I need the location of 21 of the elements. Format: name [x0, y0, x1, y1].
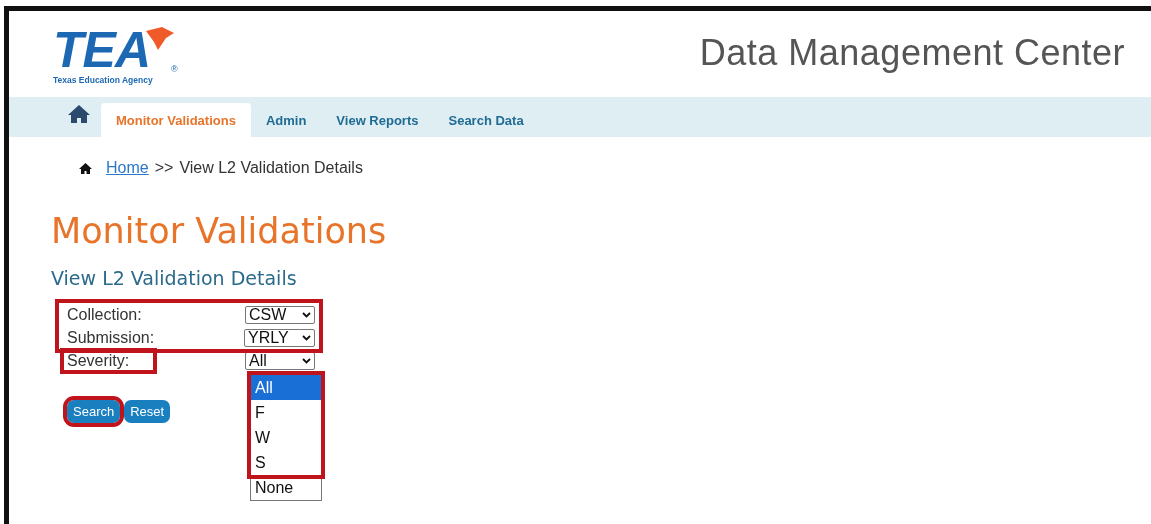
select-field[interactable]: CSW: [245, 305, 315, 324]
action-button[interactable]: Reset: [124, 400, 171, 423]
home-icon: [79, 162, 92, 174]
field-label: Collection:: [66, 305, 143, 324]
caret-icon: [302, 334, 311, 341]
nav-tab[interactable]: Monitor Validations: [101, 103, 251, 137]
caret-icon: [302, 357, 311, 364]
breadcrumb-separator: >>: [154, 159, 174, 177]
nav-tab[interactable]: Admin: [250, 103, 322, 137]
caret-icon: [302, 311, 311, 318]
page-subtitle: View L2 Validation Details: [51, 267, 298, 289]
nav-tab[interactable]: Search Data: [433, 103, 539, 137]
breadcrumb-current: View L2 Validation Details: [179, 159, 363, 177]
dropdown-option[interactable]: All: [251, 375, 321, 400]
field-label: Submission:: [66, 328, 156, 347]
logo: TEA ® Texas Education Agency: [51, 19, 186, 85]
select-field[interactable]: YRLY: [244, 328, 315, 347]
page-title: Monitor Validations: [51, 211, 388, 251]
home-link[interactable]: Home: [106, 159, 149, 177]
site-title: Data Management Center: [699, 32, 1125, 74]
nav-tab[interactable]: View Reports: [321, 103, 434, 137]
